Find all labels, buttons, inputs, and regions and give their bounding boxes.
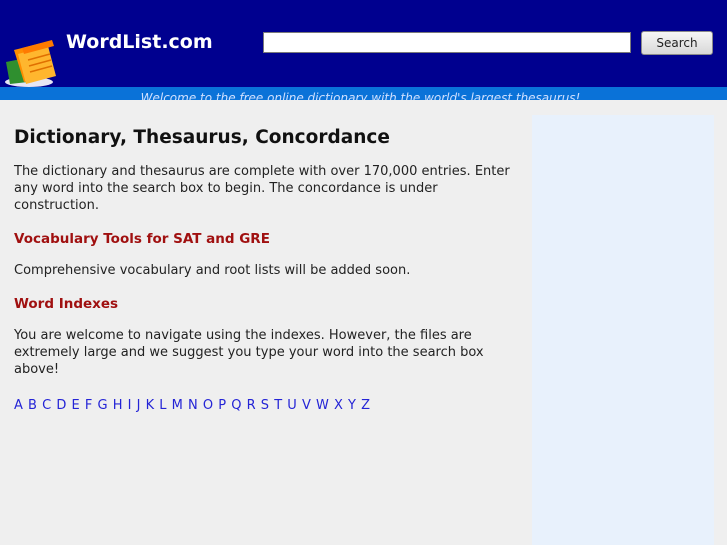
- alphabet-index: A B C D E F G H I J K L M N O P Q R S T …: [14, 397, 519, 414]
- index-letter-f[interactable]: F: [85, 398, 92, 413]
- sidebar-ad-area: [532, 115, 714, 545]
- index-letter-y[interactable]: Y: [348, 398, 356, 413]
- index-letter-m[interactable]: M: [172, 398, 183, 413]
- index-letter-j[interactable]: J: [137, 398, 141, 413]
- search-button[interactable]: Search: [641, 31, 713, 55]
- index-letter-d[interactable]: D: [56, 398, 66, 413]
- index-letter-t[interactable]: T: [274, 398, 282, 413]
- tagline-bar: Welcome to the free online dictionary wi…: [0, 87, 727, 100]
- index-letter-s[interactable]: S: [261, 398, 269, 413]
- index-letter-x[interactable]: X: [334, 398, 343, 413]
- intro-text: The dictionary and thesaurus are complet…: [14, 164, 510, 213]
- content-area: Dictionary, Thesaurus, Concordance The d…: [0, 100, 727, 545]
- index-letter-i[interactable]: I: [128, 398, 132, 413]
- tagline: Welcome to the free online dictionary wi…: [140, 91, 581, 100]
- index-letter-l[interactable]: L: [159, 398, 166, 413]
- index-letter-p[interactable]: P: [218, 398, 226, 413]
- index-letter-u[interactable]: U: [287, 398, 297, 413]
- index-letter-o[interactable]: O: [203, 398, 213, 413]
- index-letter-z[interactable]: Z: [361, 398, 370, 413]
- index-letter-h[interactable]: H: [113, 398, 123, 413]
- index-letter-c[interactable]: C: [42, 398, 51, 413]
- index-letter-r[interactable]: R: [247, 398, 256, 413]
- site-header: WordList.com Search: [0, 0, 727, 87]
- index-text: You are welcome to navigate using the in…: [14, 328, 484, 377]
- index-letter-q[interactable]: Q: [231, 398, 241, 413]
- search-input[interactable]: [263, 32, 631, 53]
- index-letter-v[interactable]: V: [302, 398, 311, 413]
- index-heading: Word Indexes: [14, 296, 119, 312]
- main-column: Dictionary, Thesaurus, Concordance The d…: [14, 100, 519, 414]
- index-letter-g[interactable]: G: [97, 398, 107, 413]
- index-letter-b[interactable]: B: [28, 398, 37, 413]
- site-title[interactable]: WordList.com: [66, 31, 213, 53]
- vocab-text: Comprehensive vocabulary and root lists …: [14, 263, 411, 278]
- index-letter-k[interactable]: K: [146, 398, 155, 413]
- vocab-heading: Vocabulary Tools for SAT and GRE: [14, 231, 270, 247]
- index-letter-n[interactable]: N: [188, 398, 198, 413]
- page-title: Dictionary, Thesaurus, Concordance: [14, 127, 390, 148]
- folder-book-icon[interactable]: [2, 36, 60, 88]
- index-letter-a[interactable]: A: [14, 398, 23, 413]
- index-letter-w[interactable]: W: [316, 398, 329, 413]
- index-letter-e[interactable]: E: [71, 398, 79, 413]
